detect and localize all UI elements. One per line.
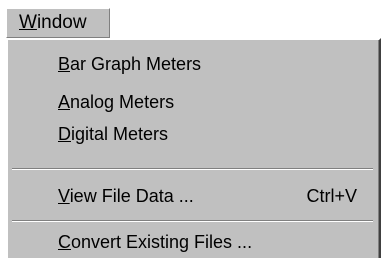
menu-item-label: igital Meters: [71, 124, 169, 144]
menu-item-label: iew File Data ...: [69, 186, 194, 206]
menu-item-mnemonic: A: [58, 92, 71, 112]
menu-item-digital-meters[interactable]: Digital Meters: [58, 122, 168, 146]
menu-item-label: ar Graph Meters: [70, 54, 202, 74]
menu-item-analog-meters[interactable]: Analog Meters: [58, 90, 174, 114]
menu-separator: [12, 220, 373, 222]
menu-screen: Window Bar Graph Meters Analog Meters Di…: [0, 0, 387, 258]
window-menu-mnemonic: W: [19, 12, 37, 33]
menu-item-convert-existing-files[interactable]: Convert Existing Files ...: [58, 230, 252, 254]
menu-item-mnemonic: V: [58, 186, 70, 206]
menu-item-bar-graph-meters[interactable]: Bar Graph Meters: [58, 52, 201, 76]
menu-item-mnemonic: D: [58, 124, 71, 144]
menu-item-label: onvert Existing Files ...: [71, 232, 253, 252]
menu-item-mnemonic: B: [58, 54, 71, 74]
menu-item-view-file-data[interactable]: View File Data ...: [58, 184, 194, 208]
window-dropdown-menu: Bar Graph Meters Analog Meters Digital M…: [6, 38, 381, 258]
view-file-data-shortcut: Ctrl+V: [306, 186, 357, 206]
menu-separator: [12, 168, 373, 170]
window-menu-button[interactable]: Window: [6, 8, 110, 38]
menu-item-label: nalog Meters: [70, 92, 175, 112]
window-menu-label: indow: [36, 12, 87, 33]
menu-item-mnemonic: C: [58, 232, 71, 252]
